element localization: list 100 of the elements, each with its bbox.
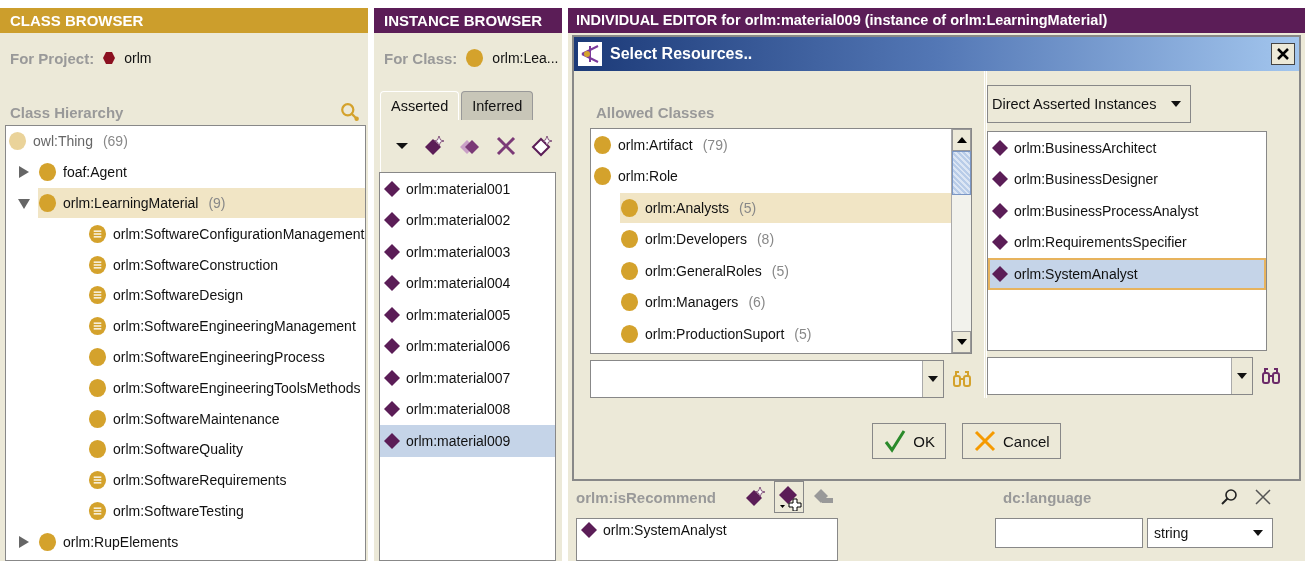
class-item[interactable]: orlm:Analysts (5) xyxy=(620,192,951,223)
expand-icon[interactable] xyxy=(18,535,30,548)
instance-icon xyxy=(384,338,400,355)
create-instance-icon[interactable] xyxy=(423,135,445,157)
search-icon[interactable] xyxy=(1219,487,1239,507)
class-item[interactable]: orlm:SoftwareTesting xyxy=(88,495,252,526)
section-label: Allowed Classes xyxy=(595,103,716,123)
class-item[interactable]: orlm:LearningMaterial (9) xyxy=(38,188,365,218)
instance-item[interactable]: orlm:material006 xyxy=(380,330,555,362)
add-value-button[interactable] xyxy=(774,481,804,513)
instance-outline-icon[interactable] xyxy=(531,135,553,157)
class-item[interactable]: orlm:GeneralRoles (5) xyxy=(620,255,797,286)
value-field[interactable] xyxy=(995,518,1143,548)
search-combo[interactable] xyxy=(590,360,944,398)
instance-icon xyxy=(992,234,1008,251)
close-button[interactable] xyxy=(1271,43,1295,65)
collapse-icon[interactable] xyxy=(18,197,30,209)
panel-title: CLASS BROWSER xyxy=(0,8,368,33)
instance-icon xyxy=(581,522,597,538)
instance-item[interactable]: orlm:material004 xyxy=(380,267,555,299)
instance-icon xyxy=(384,275,400,292)
class-item[interactable]: orlm:SoftwareEngineeringManagement xyxy=(88,311,364,342)
property-label: dc:language xyxy=(1003,488,1093,506)
instance-item[interactable]: orlm:BusinessProcessAnalyst xyxy=(988,195,1266,227)
project-name: orlm xyxy=(124,50,152,66)
class-icon xyxy=(38,162,57,183)
class-item[interactable]: orlm:SoftwareEngineeringProcess xyxy=(88,341,333,372)
cancel-button[interactable]: Cancel xyxy=(962,423,1061,459)
class-item[interactable]: orlm:Role xyxy=(593,161,686,192)
search-combo[interactable] xyxy=(987,357,1253,395)
close-icon[interactable] xyxy=(1253,487,1273,507)
defined-class-icon xyxy=(88,500,107,521)
class-label: For Class: xyxy=(384,49,458,67)
defined-class-icon xyxy=(88,470,107,491)
class-item[interactable]: orlm:SoftwareConstruction xyxy=(88,249,286,280)
class-item[interactable]: orlm:ProductionSuport (5) xyxy=(620,318,820,349)
tab[interactable]: Asserted xyxy=(380,91,460,120)
instance-item[interactable]: orlm:SystemAnalyst xyxy=(988,258,1266,290)
scrollbar[interactable] xyxy=(951,129,971,353)
defined-class-icon xyxy=(88,285,107,306)
instance-item[interactable]: orlm:material009 xyxy=(380,425,555,457)
instance-item[interactable]: orlm:material005 xyxy=(380,299,555,331)
instance-item[interactable]: orlm:material002 xyxy=(380,204,555,236)
type-dropdown[interactable]: string xyxy=(1147,518,1273,548)
class-icon xyxy=(620,197,639,218)
instance-item[interactable]: orlm:BusinessArchitect xyxy=(988,132,1266,164)
scroll-thumb[interactable] xyxy=(952,151,971,195)
class-item[interactable]: orlm:Artifact (79) xyxy=(593,129,736,160)
class-icon xyxy=(38,193,57,213)
instance-icon xyxy=(992,171,1008,188)
delete-icon[interactable] xyxy=(495,135,517,157)
class-icon xyxy=(88,408,107,429)
class-icon xyxy=(38,531,57,552)
ok-button[interactable]: OK xyxy=(872,423,946,459)
tab[interactable]: Inferred xyxy=(461,91,534,120)
panel-title: INSTANCE BROWSER xyxy=(374,8,562,33)
class-icon xyxy=(620,260,639,281)
instance-icon xyxy=(384,180,400,197)
class-item[interactable]: orlm:SoftwareDesign xyxy=(88,280,251,311)
instance-icon xyxy=(384,212,400,229)
class-item[interactable]: orlm:RupElements xyxy=(38,526,187,557)
class-item[interactable]: owl:Thing (69) xyxy=(8,126,136,157)
project-icon xyxy=(102,51,117,65)
dialog-title: Select Resources.. xyxy=(610,45,754,63)
class-item[interactable]: orlm:SoftwareRequirements xyxy=(88,465,295,496)
class-item[interactable]: orlm:Managers (6) xyxy=(620,287,774,318)
expand-icon[interactable] xyxy=(18,166,30,179)
class-item[interactable]: orlm:SoftwareEngineeringToolsMethods xyxy=(88,372,365,403)
instance-item[interactable]: orlm:material001 xyxy=(380,173,555,205)
instance-icon xyxy=(384,432,400,449)
instance-item[interactable]: orlm:material007 xyxy=(380,362,555,394)
class-icon xyxy=(620,229,639,250)
class-icon xyxy=(620,292,639,313)
instance-item[interactable]: orlm:material003 xyxy=(380,236,555,268)
defined-class-icon xyxy=(88,316,107,337)
defined-class-icon xyxy=(88,223,107,244)
class-item[interactable]: orlm:Developers (8) xyxy=(620,224,783,255)
instance-icon xyxy=(992,139,1008,156)
class-item[interactable]: foaf:Agent xyxy=(38,157,135,188)
instance-icon xyxy=(384,306,400,323)
class-name: orlm:Lea... xyxy=(492,50,559,66)
class-item[interactable]: orlm:SoftwareQuality xyxy=(88,434,251,465)
checkmark-icon xyxy=(883,429,908,453)
instance-icon xyxy=(992,202,1008,219)
instance-icon xyxy=(384,243,400,260)
instance-item[interactable]: orlm:RequirementsSpecifier xyxy=(988,226,1266,258)
mode-dropdown[interactable]: Direct Asserted Instances xyxy=(987,85,1191,123)
create-instance-icon[interactable] xyxy=(744,486,766,508)
instance-icon xyxy=(992,265,1008,282)
instance-item[interactable]: orlm:BusinessDesigner xyxy=(988,163,1266,195)
app-logo-icon xyxy=(578,42,602,66)
binoculars-icon[interactable] xyxy=(1261,366,1281,386)
class-icon xyxy=(8,131,27,152)
class-item[interactable]: orlm:SoftwareConfigurationManagement xyxy=(88,218,365,249)
class-icon xyxy=(88,346,107,367)
property-label: orlm:isRecommend xyxy=(576,488,718,506)
panel-title: INDIVIDUAL EDITOR for orlm:material009 (instance of orlm:LearningMaterial) xyxy=(568,8,1305,33)
instance-item[interactable]: orlm:material008 xyxy=(380,393,555,425)
class-icon xyxy=(593,134,612,155)
class-item[interactable]: orlm:SoftwareMaintenance xyxy=(88,403,288,434)
